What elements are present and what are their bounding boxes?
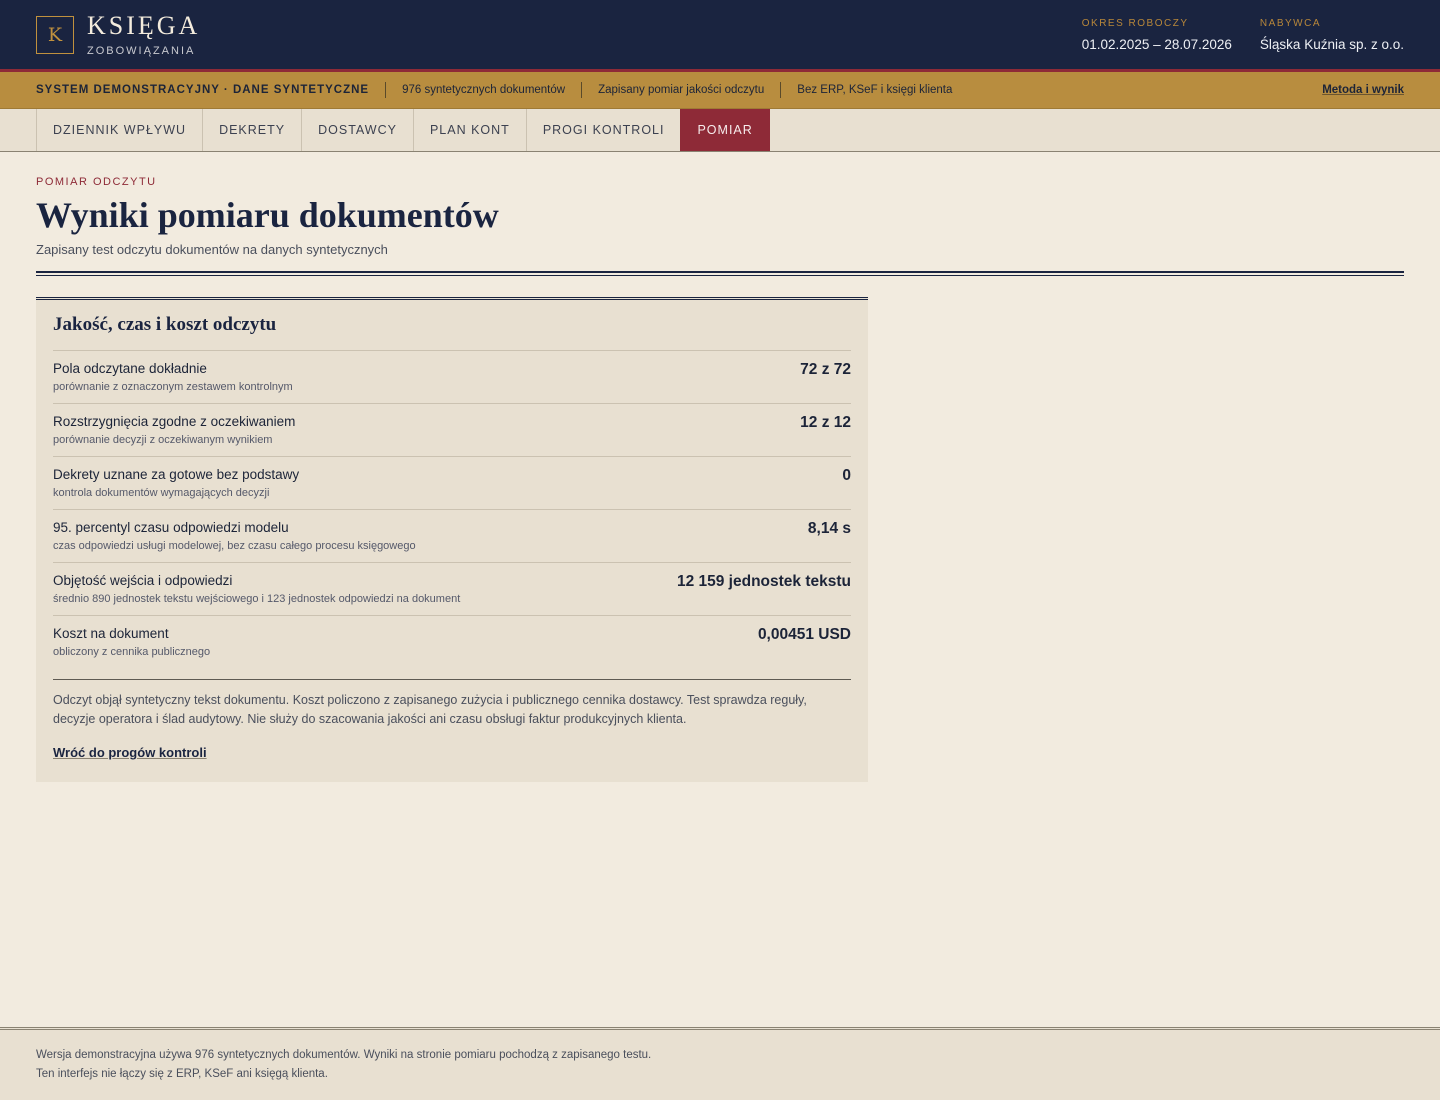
- metric-row-cost-per-document: Koszt na dokument obliczony z cennika pu…: [53, 616, 851, 669]
- main-tabs: DZIENNIK WPŁYWU DEKRETY DOSTAWCY PLAN KO…: [0, 109, 1440, 152]
- banner-measurement: Zapisany pomiar jakości odczytu: [598, 84, 765, 96]
- working-period-value: 01.02.2025 – 28.07.2026: [1081, 36, 1232, 52]
- measurement-card: Jakość, czas i koszt odczytu Pola odczyt…: [36, 297, 868, 782]
- top-header: K KSIĘGA ZOBOWIĄZANIA OKRES ROBOCZY 01.0…: [0, 0, 1440, 72]
- logo-icon: K: [36, 15, 74, 54]
- page-title: Wyniki pomiaru dokumentów: [36, 195, 499, 235]
- brand[interactable]: K KSIĘGA ZOBOWIĄZANIA: [36, 10, 201, 57]
- working-period: OKRES ROBOCZY 01.02.2025 – 28.07.2026: [1082, 18, 1232, 52]
- metric-value: 0,00451 USD: [757, 626, 851, 643]
- buyer-value: Śląska Kuźnia sp. z o.o.: [1259, 36, 1404, 52]
- footer-line-1: Wersja demonstracyjna używa 976 syntetyc…: [36, 1049, 652, 1061]
- banner-divider: [385, 82, 387, 98]
- metric-label: 95. percentyl czasu odpowiedzi modelu: [53, 520, 289, 535]
- metric-row-fields-accuracy: Pola odczytane dokładnie porównanie z oz…: [53, 351, 851, 404]
- metric-label: Dekrety uznane za gotowe bez podstawy: [53, 467, 300, 482]
- metric-description: porównanie decyzji z oczekiwanym wynikie…: [53, 434, 273, 446]
- banner-divider: [581, 82, 583, 98]
- metric-description: czas odpowiedzi usługi modelowej, bez cz…: [53, 540, 416, 552]
- info-banner: SYSTEM DEMONSTRACYJNY · DANE SYNTETYCZNE…: [0, 72, 1440, 109]
- metric-row-unfounded-decrees: Dekrety uznane za gotowe bez podstawy ko…: [53, 457, 851, 510]
- tab-pomiar[interactable]: POMIAR: [680, 109, 770, 151]
- metric-label: Koszt na dokument: [53, 626, 169, 641]
- tab-progi-kontroli[interactable]: PROGI KONTROLI: [525, 109, 681, 151]
- app-title: KSIĘGA: [87, 10, 201, 40]
- metric-label: Pola odczytane dokładnie: [53, 361, 207, 376]
- card-note: Odczyt objął syntetyczny tekst dokumentu…: [53, 693, 807, 726]
- metric-value: 8,14 s: [807, 520, 851, 537]
- metric-description: obliczony z cennika publicznego: [53, 646, 211, 658]
- metric-label: Rozstrzygnięcia zgodne z oczekiwaniem: [53, 414, 296, 429]
- working-period-label: OKRES ROBOCZY: [1081, 17, 1189, 29]
- buyer: NABYWCA Śląska Kuźnia sp. z o.o.: [1260, 18, 1404, 52]
- banner-scope: Bez ERP, KSeF i księgi klienta: [797, 84, 953, 96]
- metric-value: 72 z 72: [800, 361, 851, 378]
- tab-dziennik-wplywu[interactable]: DZIENNIK WPŁYWU: [36, 109, 202, 151]
- metric-row-decisions-match: Rozstrzygnięcia zgodne z oczekiwaniem po…: [53, 404, 851, 457]
- metric-value: 12 z 12: [800, 414, 851, 431]
- buyer-label: NABYWCA: [1259, 17, 1321, 29]
- banner-system: SYSTEM DEMONSTRACYJNY · DANE SYNTETYCZNE: [36, 84, 370, 96]
- banner-divider: [780, 82, 782, 98]
- page-kicker: POMIAR ODCZYTU: [36, 176, 157, 188]
- app-subtitle: ZOBOWIĄZANIA: [87, 44, 196, 57]
- method-link[interactable]: Metoda i wynik: [1322, 84, 1404, 96]
- tab-dostawcy[interactable]: DOSTAWCY: [301, 109, 413, 151]
- metric-description: średnio 890 jednostek tekstu wejściowego…: [53, 593, 461, 605]
- metric-label: Objętość wejścia i odpowiedzi: [53, 573, 233, 588]
- metric-row-p95-latency: 95. percentyl czasu odpowiedzi modelu cz…: [53, 510, 851, 563]
- tab-dekrety[interactable]: DEKRETY: [202, 109, 301, 151]
- page-footer: Wersja demonstracyjna używa 976 syntetyc…: [0, 1027, 1440, 1100]
- banner-docs: 976 syntetycznych dokumentów: [402, 84, 566, 96]
- metric-value: 12 159 jednostek tekstu: [676, 573, 851, 590]
- page-subtitle: Zapisany test odczytu dokumentów na dany…: [36, 242, 388, 257]
- metric-description: kontrola dokumentów wymagających decyzji: [53, 487, 270, 499]
- card-divider: [53, 679, 851, 680]
- card-title: Jakość, czas i koszt odczytu: [53, 314, 851, 351]
- metric-row-text-volume: Objętość wejścia i odpowiedzi średnio 89…: [53, 563, 851, 616]
- header-divider: [36, 271, 1404, 276]
- tab-plan-kont[interactable]: PLAN KONT: [412, 109, 526, 151]
- footer-line-2: Ten interfejs nie łączy się z ERP, KSeF …: [36, 1068, 328, 1080]
- back-to-thresholds-link[interactable]: Wróć do progów kontroli: [53, 745, 207, 760]
- page-content: POMIAR ODCZYTU Wyniki pomiaru dokumentów…: [0, 176, 1440, 782]
- metric-value: 0: [842, 467, 851, 484]
- header-meta: OKRES ROBOCZY 01.02.2025 – 28.07.2026 NA…: [1082, 18, 1404, 52]
- metric-description: porównanie z oznaczonym zestawem kontrol…: [53, 381, 293, 393]
